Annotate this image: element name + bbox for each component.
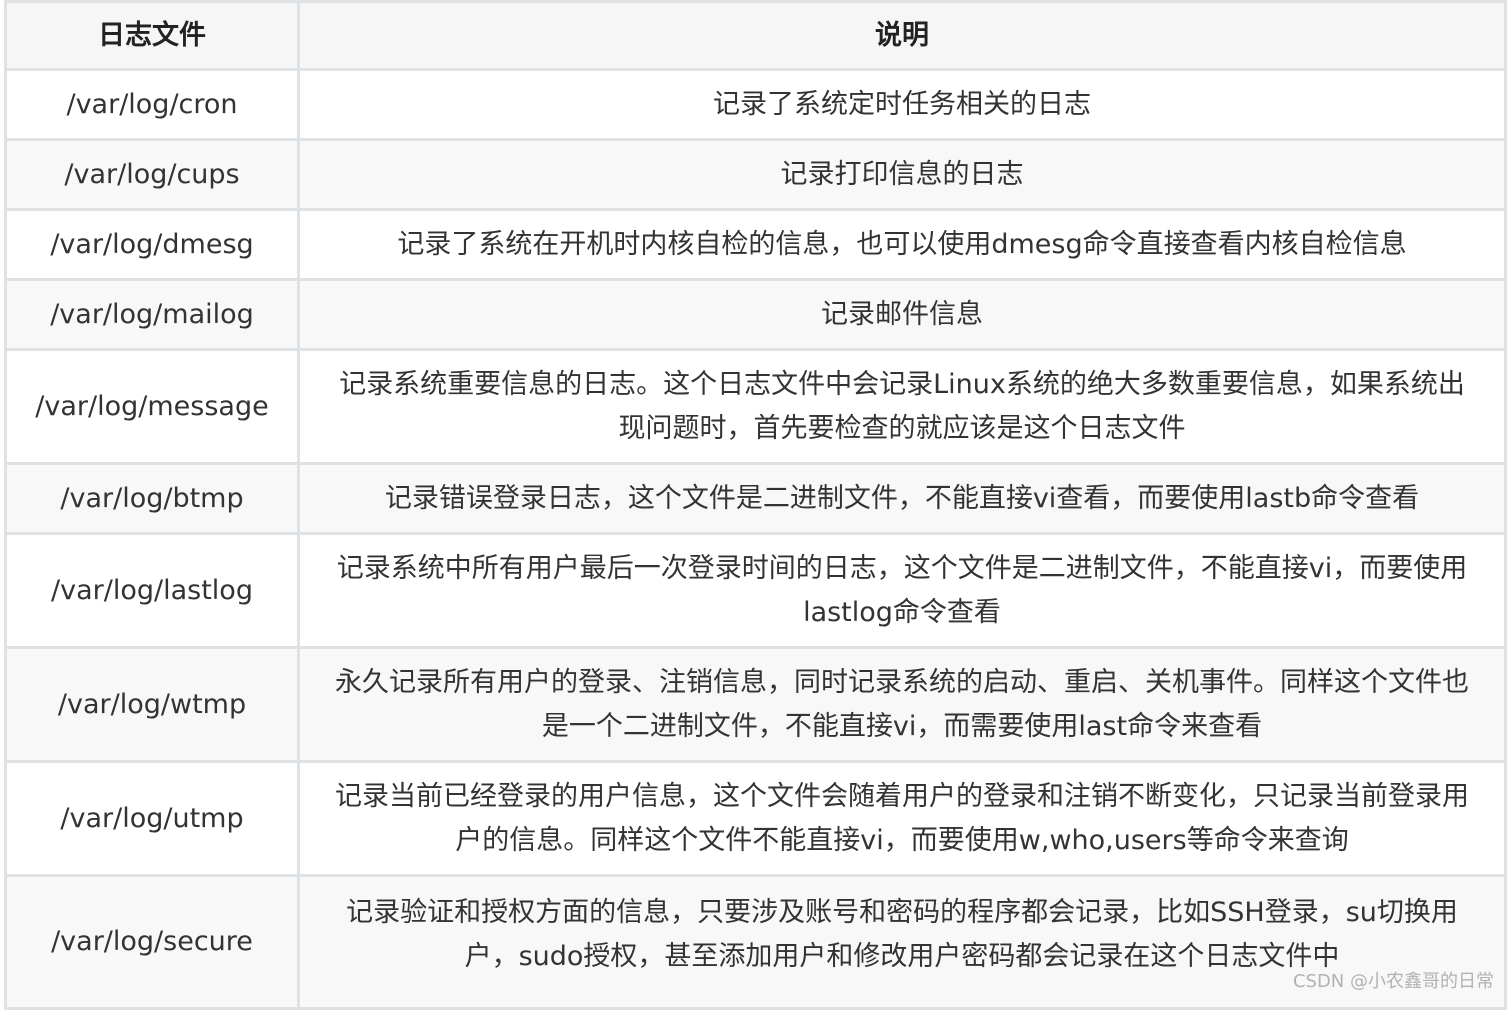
log-file-description: 记录了系统在开机时内核自检的信息，也可以使用dmesg命令直接查看内核自检信息 <box>297 208 1507 281</box>
log-file-description: 记录系统中所有用户最后一次登录时间的日志，这个文件是二进制文件，不能直接vi，而… <box>297 532 1507 649</box>
table-row: /var/log/utmp 记录当前已经登录的用户信息，这个文件会随着用户的登录… <box>4 760 1507 877</box>
log-file-path: /var/log/lastlog <box>4 532 300 649</box>
log-file-path: /var/log/utmp <box>4 760 300 877</box>
table-row: /var/log/cron 记录了系统定时任务相关的日志 <box>4 68 1507 141</box>
log-file-description: 记录了系统定时任务相关的日志 <box>297 68 1507 141</box>
log-file-description: 记录系统重要信息的日志。这个日志文件中会记录Linux系统的绝大多数重要信息，如… <box>297 348 1507 465</box>
log-files-table: 日志文件 说明 /var/log/cron 记录了系统定时任务相关的日志 /va… <box>4 0 1507 1010</box>
log-file-description: 记录打印信息的日志 <box>297 138 1507 211</box>
log-files-table-container: 日志文件 说明 /var/log/cron 记录了系统定时任务相关的日志 /va… <box>4 0 1507 1010</box>
log-file-path: /var/log/cups <box>4 138 300 211</box>
table-header-row: 日志文件 说明 <box>4 0 1507 71</box>
log-file-description: 记录邮件信息 <box>297 278 1507 351</box>
log-file-path: /var/log/cron <box>4 68 300 141</box>
header-log-file: 日志文件 <box>4 0 300 71</box>
log-file-path: /var/log/wtmp <box>4 646 300 763</box>
log-file-path: /var/log/mailog <box>4 278 300 351</box>
table-row: /var/log/cups 记录打印信息的日志 <box>4 138 1507 211</box>
log-file-description: 永久记录所有用户的登录、注销信息，同时记录系统的启动、重启、关机事件。同样这个文… <box>297 646 1507 763</box>
log-file-description: 记录错误登录日志，这个文件是二进制文件，不能直接vi查看，而要使用lastb命令… <box>297 462 1507 535</box>
log-file-path: /var/log/message <box>4 348 300 465</box>
log-file-path: /var/log/dmesg <box>4 208 300 281</box>
table-row: /var/log/secure 记录验证和授权方面的信息，只要涉及账号和密码的程… <box>4 874 1507 1010</box>
log-file-description: 记录当前已经登录的用户信息，这个文件会随着用户的登录和注销不断变化，只记录当前登… <box>297 760 1507 877</box>
header-description: 说明 <box>297 0 1507 71</box>
log-file-path: /var/log/secure <box>4 874 300 1010</box>
table-row: /var/log/mailog 记录邮件信息 <box>4 278 1507 351</box>
watermark: CSDN @小农鑫哥的日常 <box>1292 971 1494 992</box>
table-row: /var/log/message 记录系统重要信息的日志。这个日志文件中会记录L… <box>4 348 1507 465</box>
table-row: /var/log/dmesg 记录了系统在开机时内核自检的信息，也可以使用dme… <box>4 208 1507 281</box>
table-row: /var/log/wtmp 永久记录所有用户的登录、注销信息，同时记录系统的启动… <box>4 646 1507 763</box>
log-file-path: /var/log/btmp <box>4 462 300 535</box>
table-row: /var/log/lastlog 记录系统中所有用户最后一次登录时间的日志，这个… <box>4 532 1507 649</box>
table-row: /var/log/btmp 记录错误登录日志，这个文件是二进制文件，不能直接vi… <box>4 462 1507 535</box>
